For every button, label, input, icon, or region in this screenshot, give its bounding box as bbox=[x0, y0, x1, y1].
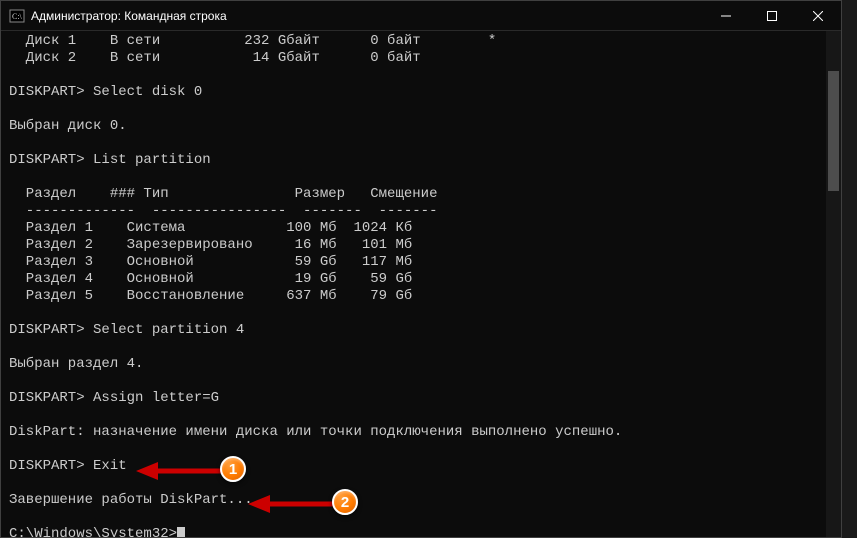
line: C:\Windows\System32> bbox=[9, 526, 177, 537]
badge-1: 1 bbox=[220, 456, 246, 482]
terminal-output[interactable]: Диск 1 В сети 232 Gбайт 0 байт * Диск 2 … bbox=[1, 31, 841, 537]
line: Раздел 1 Система 100 Mб 1024 Кб bbox=[9, 220, 412, 236]
line: DISKPART> Select disk 0 bbox=[9, 84, 202, 100]
line: DISKPART> Exit bbox=[9, 458, 127, 474]
line: Раздел 2 Зарезервировано 16 Мб 101 Мб bbox=[9, 237, 412, 253]
titlebar-left: C:\ Администратор: Командная строка bbox=[1, 8, 227, 24]
svg-text:C:\: C:\ bbox=[12, 12, 23, 21]
window-controls bbox=[703, 1, 841, 31]
line: DISKPART> Assign letter=G bbox=[9, 390, 219, 406]
text-cursor bbox=[177, 527, 185, 537]
scrollbar-thumb[interactable] bbox=[828, 71, 839, 191]
line: DISKPART> Select partition 4 bbox=[9, 322, 244, 338]
line: Завершение работы DiskPart... bbox=[9, 492, 253, 508]
line: DISKPART> List partition bbox=[9, 152, 211, 168]
titlebar[interactable]: C:\ Администратор: Командная строка bbox=[1, 1, 841, 31]
maximize-button[interactable] bbox=[749, 1, 795, 31]
line: Раздел 3 Основной 59 Gб 117 Мб bbox=[9, 254, 412, 270]
cmd-icon: C:\ bbox=[9, 8, 25, 24]
minimize-button[interactable] bbox=[703, 1, 749, 31]
line: Раздел 4 Основной 19 Gб 59 Gб bbox=[9, 271, 412, 287]
window-title: Администратор: Командная строка bbox=[31, 9, 227, 23]
badge-2: 2 bbox=[332, 489, 358, 515]
line: Диск 2 В сети 14 Gбайт 0 байт bbox=[9, 50, 421, 66]
line: Раздел 5 Восстановление 637 Мб 79 Gб bbox=[9, 288, 412, 304]
close-button[interactable] bbox=[795, 1, 841, 31]
line: Диск 1 В сети 232 Gбайт 0 байт * bbox=[9, 33, 496, 49]
line: Раздел ### Тип Размер Смещение bbox=[9, 186, 437, 202]
command-prompt-window: C:\ Администратор: Командная строка Диск… bbox=[0, 0, 842, 538]
scrollbar[interactable] bbox=[826, 31, 841, 537]
line: Выбран раздел 4. bbox=[9, 356, 143, 372]
line: ------------- ---------------- ------- -… bbox=[9, 203, 437, 219]
line: Выбран диск 0. bbox=[9, 118, 127, 134]
line: DiskPart: назначение имени диска или точ… bbox=[9, 424, 622, 440]
